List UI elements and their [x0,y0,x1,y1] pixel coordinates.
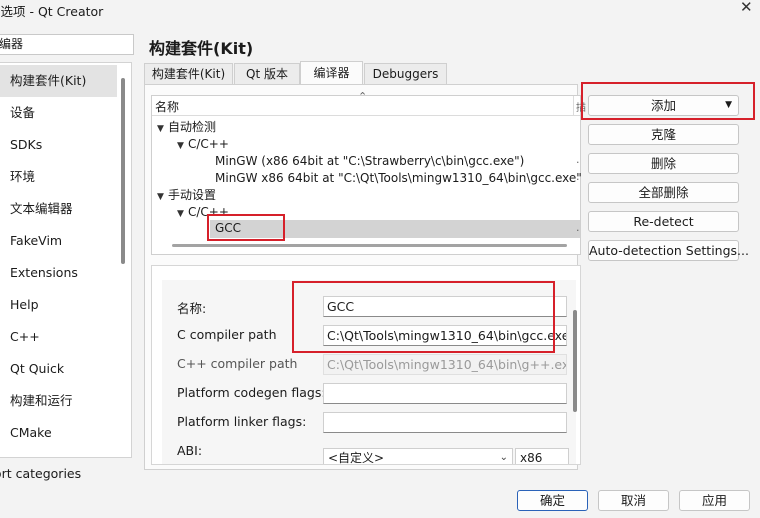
sidebar-item-qt-quick[interactable]: Qt Quick [0,353,117,385]
name-field[interactable]: GCC [323,296,567,317]
delete-button[interactable]: 删除 [588,153,739,174]
sidebar-item-help[interactable]: Help [0,289,117,321]
tab-compilers[interactable]: 编译器 [300,61,363,85]
details-form: 名称: GCC C compiler path C:\Qt\Tools\ming… [162,280,577,465]
header-separator [573,96,574,116]
tree-header: 名称 ⌃ 描 [152,90,586,116]
tree-item-mingw-qt[interactable]: MinGW x86 64bit at "C:\Qt\Tools\mingw131… [215,170,582,187]
sidebar-item-build-run[interactable]: 构建和运行 [0,385,117,417]
lang-label: C/C++ [188,137,229,151]
add-button-label: 添加 [650,98,676,113]
selected-row-highlight [210,220,580,238]
abi-value: <自定义> [328,451,385,465]
cancel-button[interactable]: 取消 [598,490,669,511]
tree-lang-manual[interactable]: ▼ C/C++ [177,204,229,221]
column-header-name[interactable]: 名称 [155,98,179,115]
compiler-details-panel: 名称: GCC C compiler path C:\Qt\Tools\ming… [151,265,581,465]
sidebar-item-text-editor[interactable]: 文本编辑器 [0,193,117,225]
abi-select[interactable]: <自定义> ⌄ [323,448,513,465]
abi-arch-select[interactable]: x86 [515,448,569,464]
apply-button[interactable]: 应用 [679,490,750,511]
tab-kits[interactable]: 构建套件(Kit) [144,63,233,85]
row-marker: . [576,153,580,166]
sidebar-item-devices[interactable]: 设备 [0,97,117,129]
lang-label: C/C++ [188,205,229,219]
tree-group-manual[interactable]: ▼ 手动设置 [157,187,216,204]
clone-button[interactable]: 克隆 [588,124,739,145]
linker-flags-field[interactable] [323,412,567,433]
page-title: 构建套件(Kit) [149,39,254,58]
tree-group-auto[interactable]: ▼ 自动检测 [157,119,216,136]
row-marker: . [576,170,580,183]
sidebar-item-fakevim[interactable]: FakeVim [0,225,117,257]
details-vertical-scrollbar[interactable] [573,310,577,412]
tree-item-mingw-strawberry[interactable]: MinGW (x86 64bit at "C:\Strawberry\c\bin… [215,153,524,170]
abi-label: ABI: [177,443,203,458]
delete-all-button[interactable]: 全部删除 [588,182,739,203]
dropdown-arrow-icon: ▼ [725,100,732,110]
tree-item-gcc[interactable]: GCC [215,220,241,237]
sidebar-scrollbar[interactable] [121,78,125,264]
sort-categories-checkbox-label[interactable]: Sort categories [0,466,81,481]
add-button[interactable]: 添加 ▼ [588,95,739,116]
tab-debuggers[interactable]: Debuggers [364,63,447,85]
cpp-compiler-path-label: C++ compiler path [177,356,298,371]
close-icon[interactable]: ✕ [740,0,753,16]
ok-button[interactable]: 确定 [517,490,588,511]
sidebar-item-environment[interactable]: 环境 [0,161,117,193]
tree-lang-auto[interactable]: ▼ C/C++ [177,136,229,153]
category-sidebar: 构建套件(Kit) 设备 SDKs 环境 文本编辑器 FakeVim Exten… [0,62,132,458]
cpp-compiler-path-field: C:\Qt\Tools\mingw1310_64\bin\g++.exe [323,354,567,375]
filter-input[interactable]: 编器 [0,34,134,55]
expand-chevron-icon[interactable]: ▼ [177,206,188,223]
expand-chevron-icon[interactable]: ▼ [177,138,188,155]
codegen-flags-label: Platform codegen flags: [177,385,326,400]
title-bar: 首选项 - Qt Creator ✕ [0,0,760,22]
sort-ascending-icon: ⌃ [358,90,368,103]
group-label: 手动设置 [168,188,217,202]
sidebar-item-cpp[interactable]: C++ [0,321,117,353]
window-title: 首选项 - Qt Creator [0,4,104,19]
c-compiler-path-field[interactable]: C:\Qt\Tools\mingw1310_64\bin\gcc.exe [323,325,567,346]
expand-chevron-icon[interactable]: ▼ [157,189,168,206]
codegen-flags-field[interactable] [323,383,567,404]
redetect-button[interactable]: Re-detect [588,211,739,232]
c-compiler-path-label: C compiler path [177,327,277,342]
group-label: 自动检测 [168,120,217,134]
sidebar-item-kits[interactable]: 构建套件(Kit) [0,65,117,97]
expand-chevron-icon[interactable]: ▼ [157,121,168,138]
sidebar-item-sdks[interactable]: SDKs [0,129,117,161]
name-label: 名称: [177,301,207,316]
tree-horizontal-scrollbar[interactable] [172,244,567,247]
compiler-tree[interactable]: 名称 ⌃ 描 ▼ 自动检测 ▼ C/C++ MinGW (x86 64bit at … [151,90,586,255]
linker-flags-label: Platform linker flags: [177,414,307,429]
chevron-down-icon: ⌄ [499,452,508,463]
tab-qt-versions[interactable]: Qt 版本 [234,63,300,85]
sidebar-item-cmake[interactable]: CMake [0,417,117,449]
auto-detection-settings-button[interactable]: Auto-detection Settings... [588,240,749,261]
column-header-type[interactable]: 描 [576,99,586,114]
sidebar-item-extensions[interactable]: Extensions [0,257,117,289]
row-marker: . [576,221,580,234]
